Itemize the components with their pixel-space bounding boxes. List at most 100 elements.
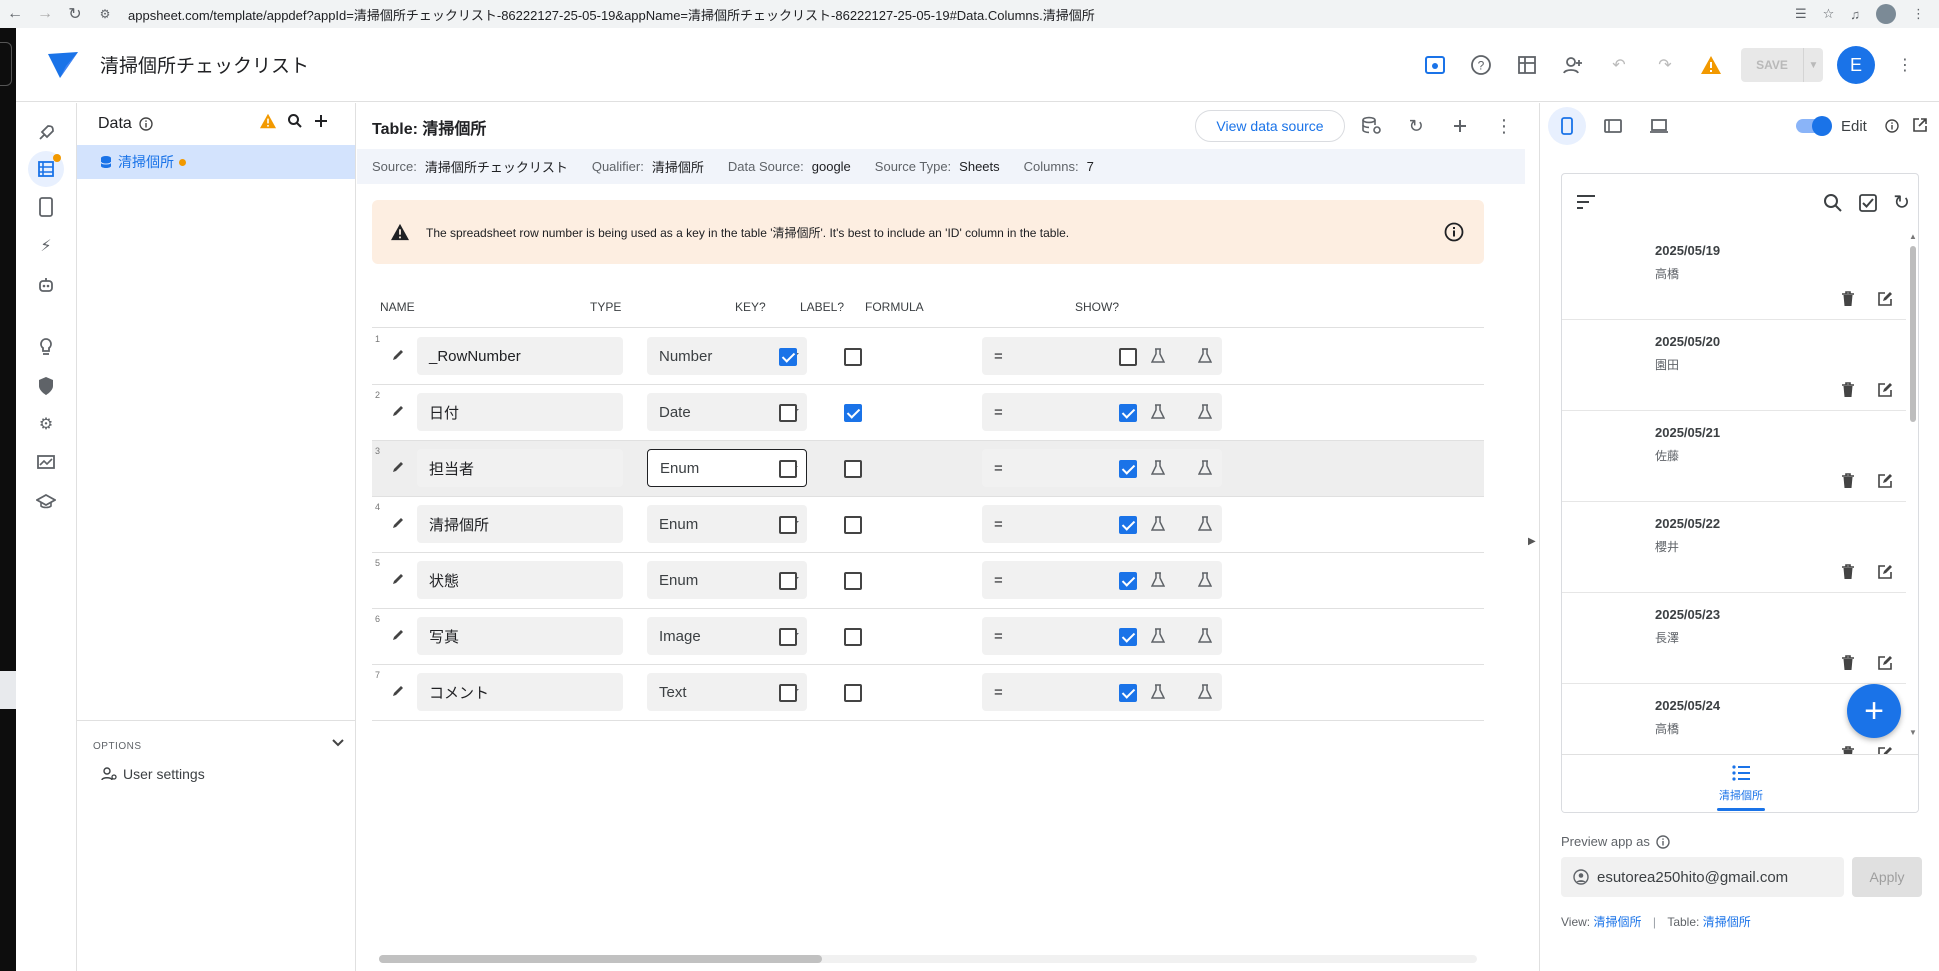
formula-test-flask-icon[interactable]	[1197, 684, 1213, 700]
translate-icon[interactable]: ☰	[1795, 6, 1807, 22]
site-info-icon[interactable]: ⚙	[90, 0, 120, 28]
show-if-flask-icon[interactable]	[1150, 684, 1166, 700]
edit-pencil-icon[interactable]	[390, 571, 406, 587]
formula-test-flask-icon[interactable]	[1197, 628, 1213, 644]
forward-icon[interactable]: →	[30, 0, 60, 28]
formula-field[interactable]: =	[982, 393, 1222, 431]
edit-pencil-icon[interactable]	[390, 515, 406, 531]
key-checkbox[interactable]	[779, 628, 797, 646]
desktop-view-icon[interactable]	[1640, 107, 1678, 145]
delete-icon[interactable]	[1839, 290, 1857, 308]
formula-field[interactable]: =	[982, 561, 1222, 599]
data-icon[interactable]	[28, 151, 64, 187]
formula-field[interactable]: =	[982, 449, 1222, 487]
save-dropdown-icon[interactable]: ▼	[1803, 48, 1823, 82]
side-tab[interactable]	[0, 42, 12, 86]
column-name-field[interactable]: _RowNumber	[417, 337, 623, 375]
table-link[interactable]: 清掃個所	[1703, 915, 1751, 929]
chevron-right-icon[interactable]: ▶	[1528, 536, 1536, 547]
formula-field[interactable]: =	[982, 617, 1222, 655]
security-shield-icon[interactable]	[28, 368, 64, 404]
list-item[interactable]: 2025/05/20 園田	[1562, 321, 1906, 411]
reload-icon[interactable]: ↻	[60, 0, 90, 28]
table-row[interactable]: 6 写真 Image =	[372, 609, 1484, 665]
select-checkbox-icon[interactable]	[1859, 190, 1878, 215]
add-icon[interactable]	[1445, 111, 1475, 141]
learn-cap-icon[interactable]	[28, 484, 64, 520]
show-checkbox[interactable]	[1119, 516, 1137, 534]
column-name-field[interactable]: 写真	[417, 617, 623, 655]
show-checkbox[interactable]	[1119, 572, 1137, 590]
label-checkbox[interactable]	[844, 516, 862, 534]
view-data-source-button[interactable]: View data source	[1195, 110, 1345, 142]
table-row[interactable]: 7 コメント Text =	[372, 665, 1484, 721]
label-checkbox[interactable]	[844, 404, 862, 422]
browser-menu-icon[interactable]: ⋮	[1912, 6, 1925, 22]
edit-pencil-icon[interactable]	[390, 459, 406, 475]
show-if-flask-icon[interactable]	[1150, 348, 1166, 364]
delete-icon[interactable]	[1839, 654, 1857, 672]
show-if-flask-icon[interactable]	[1150, 516, 1166, 532]
edit-icon[interactable]	[1876, 654, 1894, 672]
edit-icon[interactable]	[1876, 472, 1894, 490]
list-item[interactable]: 2025/05/21 佐藤	[1562, 412, 1906, 502]
preview-icon[interactable]	[1419, 49, 1451, 81]
back-icon[interactable]: ←	[0, 0, 30, 28]
view-link[interactable]: 清掃個所	[1593, 915, 1641, 929]
edit-pencil-icon[interactable]	[390, 627, 406, 643]
database-settings-icon[interactable]	[1357, 111, 1387, 141]
table-row[interactable]: 3 担当者 Enum =	[372, 441, 1484, 497]
collapse-preview-handle[interactable]: ▶	[1525, 103, 1539, 971]
key-checkbox[interactable]	[779, 684, 797, 702]
warning-icon[interactable]	[259, 113, 277, 129]
tablet-view-icon[interactable]	[1594, 107, 1632, 145]
monitor-icon[interactable]	[28, 445, 64, 481]
add-user-icon[interactable]	[1557, 49, 1589, 81]
refresh-icon[interactable]: ↻	[1401, 111, 1431, 141]
user-avatar[interactable]: E	[1837, 46, 1875, 84]
show-if-flask-icon[interactable]	[1150, 460, 1166, 476]
tables-icon[interactable]	[1511, 49, 1543, 81]
show-if-flask-icon[interactable]	[1150, 404, 1166, 420]
key-checkbox[interactable]	[779, 572, 797, 590]
list-item[interactable]: 2025/05/22 櫻井	[1562, 503, 1906, 593]
search-icon[interactable]	[1823, 190, 1843, 215]
redo-icon[interactable]: ↷	[1649, 49, 1681, 81]
formula-test-flask-icon[interactable]	[1197, 572, 1213, 588]
open-in-new-icon[interactable]	[1912, 117, 1928, 133]
scroll-down-icon[interactable]: ▼	[1909, 728, 1917, 737]
label-checkbox[interactable]	[844, 348, 862, 366]
scroll-up-icon[interactable]: ▲	[1909, 232, 1917, 241]
edit-toggle[interactable]	[1794, 116, 1832, 136]
label-checkbox[interactable]	[844, 460, 862, 478]
info-icon[interactable]	[1656, 834, 1670, 849]
show-checkbox[interactable]	[1119, 684, 1137, 702]
scrollbar-thumb[interactable]	[379, 955, 822, 963]
warning-icon[interactable]	[1695, 49, 1727, 81]
key-checkbox[interactable]	[779, 516, 797, 534]
add-icon[interactable]	[313, 113, 329, 129]
help-icon[interactable]: ?	[1465, 49, 1497, 81]
show-checkbox[interactable]	[1119, 348, 1137, 366]
show-checkbox[interactable]	[1119, 404, 1137, 422]
formula-test-flask-icon[interactable]	[1197, 516, 1213, 532]
side-tab-highlight[interactable]	[0, 671, 16, 709]
phone-scrollbar[interactable]: ▲ ▼	[1907, 230, 1918, 740]
table-list-item[interactable]: 清掃個所	[77, 145, 355, 179]
apply-button[interactable]: Apply	[1852, 857, 1922, 897]
info-icon[interactable]	[1444, 222, 1464, 242]
edit-icon[interactable]	[1876, 381, 1894, 399]
formula-field[interactable]: =	[982, 673, 1222, 711]
list-item[interactable]: 2025/05/19 高橋	[1562, 230, 1906, 320]
column-name-field[interactable]: 担当者	[417, 449, 623, 487]
edit-pencil-icon[interactable]	[390, 683, 406, 699]
settings-gear-icon[interactable]: ⚙	[28, 406, 64, 442]
column-name-field[interactable]: コメント	[417, 673, 623, 711]
key-checkbox[interactable]	[779, 348, 797, 366]
table-row[interactable]: 5 状態 Enum =	[372, 553, 1484, 609]
show-checkbox[interactable]	[1119, 628, 1137, 646]
horizontal-scrollbar[interactable]	[379, 955, 1477, 963]
table-row[interactable]: 2 日付 Date =	[372, 385, 1484, 441]
label-checkbox[interactable]	[844, 684, 862, 702]
actions-bolt-icon[interactable]: ⚡	[28, 228, 64, 264]
